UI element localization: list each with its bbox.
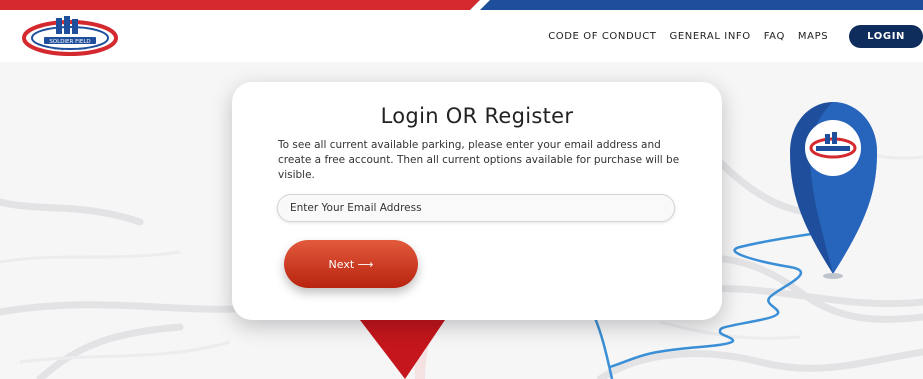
location-pin-icon [790,102,877,279]
main-nav: CODE OF CONDUCT GENERAL INFO FAQ MAPS LO… [548,10,923,62]
nav-general-info[interactable]: GENERAL INFO [669,31,750,42]
next-button[interactable]: Next ⟶ [284,240,418,288]
nav-code-of-conduct[interactable]: CODE OF CONDUCT [548,31,656,42]
nav-faq[interactable]: FAQ [764,31,785,42]
email-input[interactable] [277,194,675,222]
login-register-card: Login OR Register To see all current ava… [232,82,722,320]
top-accent-bar [0,0,923,10]
nav-maps[interactable]: MAPS [798,31,828,42]
logo-tagline: chicago's park district [54,47,88,51]
logo-text: SOLDIER FIELD [49,39,90,45]
login-button[interactable]: LOGIN [849,24,923,48]
soldier-field-logo[interactable]: SOLDIER FIELD chicago's park district [22,12,118,56]
card-description: To see all current available parking, pl… [278,139,680,181]
card-title: Login OR Register [380,104,574,128]
